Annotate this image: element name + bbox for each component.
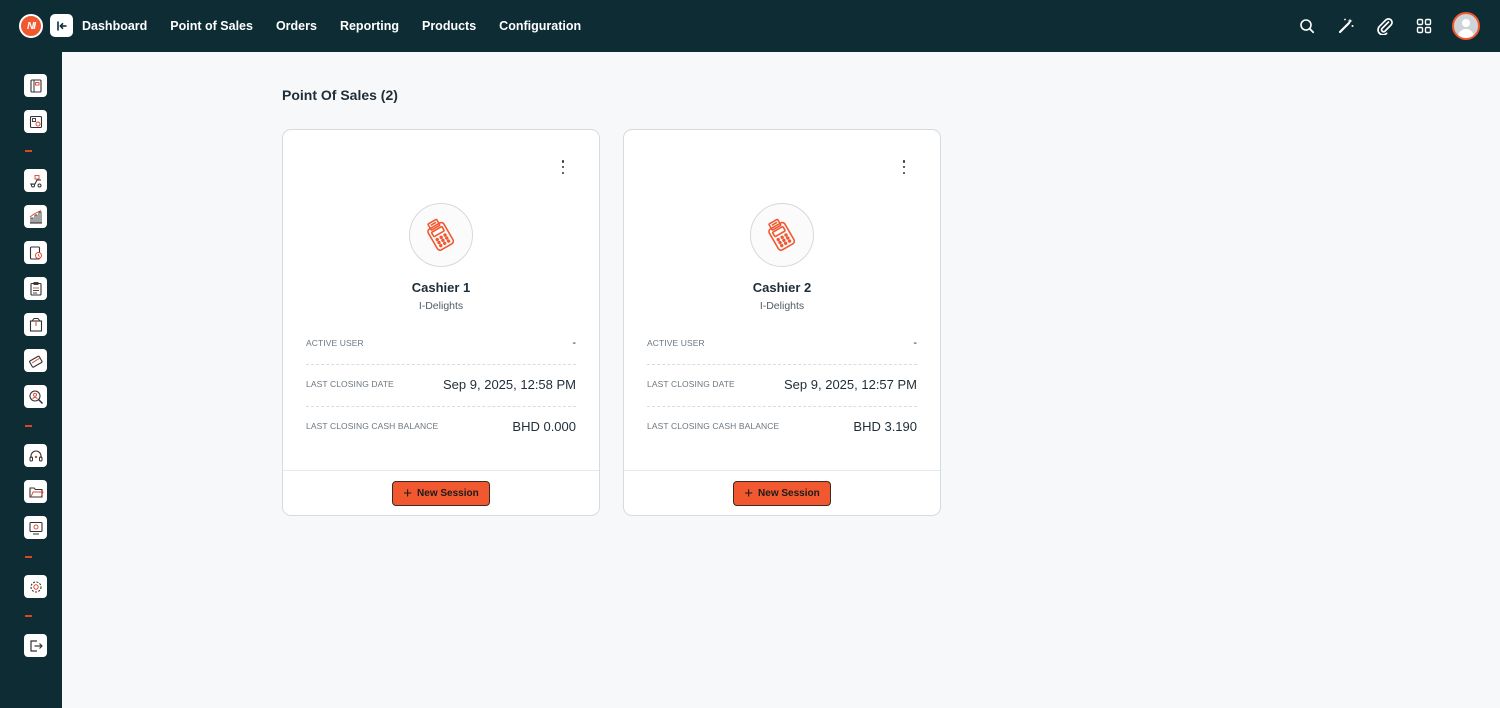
apps-grid-icon[interactable]: [1414, 16, 1434, 36]
dot-icon: [561, 171, 565, 174]
card-menu-button[interactable]: [557, 160, 569, 174]
support-icon[interactable]: [24, 444, 47, 467]
cash-balance-value: BHD 0.000: [512, 418, 576, 434]
sidebar-collapse-button[interactable]: [50, 14, 73, 37]
new-session-button[interactable]: + New Session: [733, 481, 831, 506]
sidebar-separator: [25, 556, 32, 558]
nav-configuration[interactable]: Configuration: [499, 19, 581, 33]
chart-icon[interactable]: [24, 205, 47, 228]
payment-card-icon[interactable]: [24, 349, 47, 372]
card-company: I-Delights: [418, 300, 464, 312]
catalog-icon[interactable]: [24, 110, 47, 133]
new-session-label: New Session: [417, 488, 479, 499]
active-user-label: ACTIVE USER: [306, 338, 364, 348]
pos-card-cashier-2[interactable]: Cashier 2 I-Delights ACTIVE USER - LAST …: [623, 129, 941, 516]
app-logo[interactable]: NI: [19, 14, 43, 38]
paperclip-icon[interactable]: [1375, 16, 1395, 36]
main-nav: Dashboard Point of Sales Orders Reportin…: [82, 0, 604, 52]
card-company: I-Delights: [759, 300, 805, 312]
pos-terminal-icon-wrap: [750, 203, 814, 267]
sidebar-separator: [25, 150, 32, 152]
active-user-value: -: [913, 337, 917, 349]
last-closing-date-row: LAST CLOSING DATE Sep 9, 2025, 12:57 PM: [647, 374, 917, 394]
left-sidebar: [0, 52, 62, 708]
user-avatar[interactable]: [1452, 12, 1480, 40]
clock-icon[interactable]: [24, 241, 47, 264]
row-divider: [647, 364, 917, 365]
sidebar-separator: [25, 425, 32, 427]
cash-balance-label: LAST CLOSING CASH BALANCE: [647, 421, 780, 431]
dot-icon: [902, 171, 906, 174]
active-user-row: ACTIVE USER -: [306, 333, 576, 353]
topbar-actions: [1278, 0, 1480, 52]
package-icon[interactable]: [24, 313, 47, 336]
plus-icon: +: [403, 484, 413, 502]
nav-point-of-sales[interactable]: Point of Sales: [170, 19, 253, 33]
active-user-label: ACTIVE USER: [647, 338, 705, 348]
nav-dashboard[interactable]: Dashboard: [82, 19, 147, 33]
app-logo-text: NI: [27, 20, 36, 32]
cash-balance-label: LAST CLOSING CASH BALANCE: [306, 421, 439, 431]
sidebar-separator: [25, 615, 32, 617]
delivery-icon[interactable]: [24, 169, 47, 192]
avatar-head: [1462, 19, 1470, 27]
clipboard-icon[interactable]: [24, 277, 47, 300]
collapse-arrow-icon: [56, 21, 66, 30]
card-menu-button[interactable]: [898, 160, 910, 174]
row-divider: [647, 406, 917, 407]
last-closing-date-label: LAST CLOSING DATE: [306, 379, 394, 389]
card-footer-divider: [283, 470, 599, 471]
pos-terminal-icon-wrap: [409, 203, 473, 267]
active-user-row: ACTIVE USER -: [647, 333, 917, 353]
new-session-label: New Session: [758, 488, 820, 499]
settings-icon[interactable]: [24, 575, 47, 598]
card-title: Cashier 2: [752, 280, 812, 295]
dot-icon: [561, 165, 565, 169]
dot-icon: [902, 160, 906, 163]
nav-orders[interactable]: Orders: [276, 19, 317, 33]
top-navbar: NI Dashboard Point of Sales Orders Repor…: [0, 0, 1500, 52]
folder-icon[interactable]: [24, 480, 47, 503]
pos-terminal-icon: [768, 218, 796, 251]
cash-balance-value: BHD 3.190: [853, 418, 917, 434]
avatar-body: [1458, 29, 1474, 38]
card-footer-divider: [624, 470, 940, 471]
last-closing-date-label: LAST CLOSING DATE: [647, 379, 735, 389]
magic-wand-icon[interactable]: [1336, 16, 1356, 36]
page-title: Point Of Sales (2): [282, 87, 398, 103]
new-session-button[interactable]: + New Session: [392, 481, 490, 506]
search-icon[interactable]: [1297, 16, 1317, 36]
last-closing-date-value: Sep 9, 2025, 12:57 PM: [784, 376, 917, 392]
pos-card-cashier-1[interactable]: Cashier 1 I-Delights ACTIVE USER - LAST …: [282, 129, 600, 516]
nav-reporting[interactable]: Reporting: [340, 19, 399, 33]
logout-icon[interactable]: [24, 634, 47, 657]
row-divider: [306, 406, 576, 407]
plus-icon: +: [744, 484, 754, 502]
dot-icon: [902, 165, 906, 169]
card-title: Cashier 1: [411, 280, 471, 295]
row-divider: [306, 364, 576, 365]
monitor-icon[interactable]: [24, 516, 47, 539]
last-closing-date-row: LAST CLOSING DATE Sep 9, 2025, 12:58 PM: [306, 374, 576, 394]
cash-balance-row: LAST CLOSING CASH BALANCE BHD 3.190: [647, 416, 917, 436]
nav-products[interactable]: Products: [422, 19, 476, 33]
search-user-icon[interactable]: [24, 385, 47, 408]
last-closing-date-value: Sep 9, 2025, 12:58 PM: [443, 376, 576, 392]
cash-balance-row: LAST CLOSING CASH BALANCE BHD 0.000: [306, 416, 576, 436]
book-icon[interactable]: [24, 74, 47, 97]
pos-terminal-icon: [427, 218, 455, 251]
active-user-value: -: [572, 337, 576, 349]
dot-icon: [561, 160, 565, 163]
